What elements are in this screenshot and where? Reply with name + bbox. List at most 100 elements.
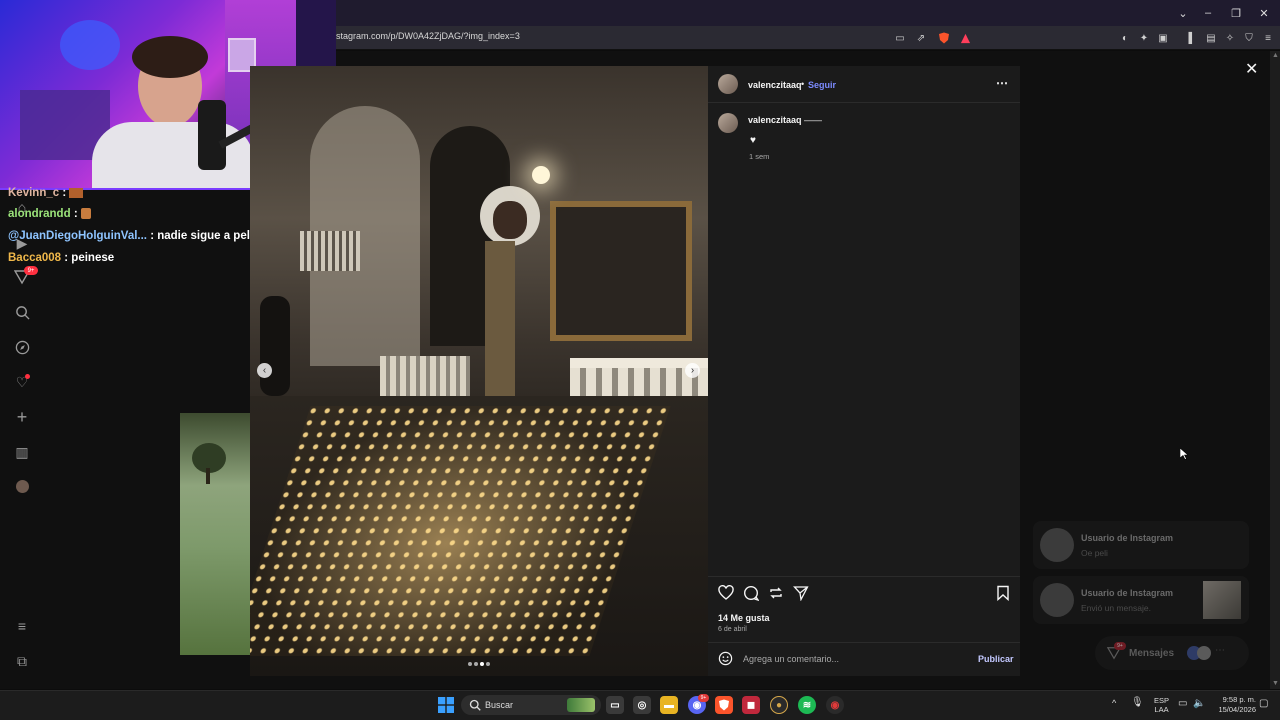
leo-ai-icon[interactable]: ✧ [1223,31,1237,45]
chat-emote [80,208,91,220]
ellipsis-icon[interactable]: ⋯ [996,76,1008,90]
brave-shields-icon[interactable] [937,31,951,45]
comment-divider [708,642,1020,643]
meta-icon[interactable]: ⧉ [13,652,31,670]
carousel-next-button[interactable]: › [685,363,700,378]
brave-rewards-icon[interactable] [958,31,972,45]
tab-list-chevron-icon[interactable]: ⌄ [1174,5,1192,21]
shared-media-thumbnail [1203,581,1241,619]
profile-avatar-icon[interactable] [16,480,29,493]
streaming-app-icon[interactable]: ◼ [742,696,760,714]
caption-text: ♥ [750,135,756,146]
tray-chevron-icon[interactable]: ^ [1112,698,1116,708]
chat-text: nadie sigue a peli [154,230,254,242]
feed-thumbnail [180,413,252,655]
close-window-button[interactable]: ✕ [1255,5,1273,21]
carousel-dot [468,662,472,666]
app-icon[interactable]: ◎ [633,696,651,714]
like-heart-icon[interactable] [718,585,734,606]
carousel-prev-button[interactable]: ‹ [257,363,272,378]
extension-icon[interactable]: ◐ [1118,31,1132,45]
language-indicator[interactable]: ESP LAA [1154,696,1169,714]
cast-icon[interactable]: ▭ [893,31,907,45]
chat-emote [69,187,84,198]
windows-start-icon[interactable] [438,697,454,713]
chat-message: Bacca008 : peinese [8,252,114,264]
repost-icon[interactable] [768,585,784,606]
bookmark-icon[interactable] [996,585,1010,606]
menu-icon[interactable]: ≡ [13,617,31,635]
clock[interactable]: 9:58 p. m. 15/04/2026 [1210,695,1256,715]
share-icon[interactable]: ⇗ [914,31,928,45]
mouse-cursor-icon [1179,447,1189,465]
chat-separator: : [59,187,67,199]
create-icon[interactable]: + [13,407,31,427]
page-scrollbar[interactable] [1270,51,1280,689]
like-count[interactable]: 14 Me gusta [718,613,770,623]
browser-menu-icon[interactable]: ≡ [1261,31,1275,45]
post-side-panel: valenczitaaq • Seguir ⋯ valenczitaaq —— … [708,66,1020,676]
emoji-icon[interactable] [718,651,733,671]
chat-message: Kevinn_c : [8,187,84,199]
publish-button[interactable]: Publicar [978,654,1014,664]
explore-icon[interactable] [13,338,31,356]
caption-avatar[interactable] [718,113,738,133]
share-send-icon[interactable] [793,585,809,606]
comment-icon[interactable] [743,585,760,606]
follow-button[interactable]: Seguir [808,80,836,90]
thread-name: Usuario de Instagram [1081,533,1174,543]
taskbar-search[interactable]: Buscar [461,695,601,715]
messages-button[interactable]: 9+ Mensajes ⋯ [1095,636,1249,670]
notification-badge: 9+ [24,266,38,275]
chat-username: @JuanDiegoHolguinVal... [8,230,148,242]
task-view-icon[interactable]: ▭ [606,696,624,714]
user-avatar-icon [1040,528,1074,562]
maximize-button[interactable]: ❐ [1227,5,1245,21]
vpn-shield-icon[interactable]: ⛉ [1242,31,1256,45]
spotify-icon[interactable]: ≋ [798,696,816,714]
post-photo: ‹ › [250,66,708,676]
sidebar-toggle-icon[interactable]: ▌ [1185,31,1199,45]
brave-browser-icon[interactable] [715,696,733,714]
search-icon [469,698,481,716]
dashboard-icon[interactable]: ▥ [13,443,31,461]
carousel-dot [486,662,490,666]
address-bar-url[interactable]: stagram.com/p/DW0A42ZjDAG/?img_index=3 [336,31,520,41]
chat-username: alondrandd [8,208,71,220]
dot-separator: • [801,79,805,89]
notification-center-icon[interactable]: ▢ [1259,698,1268,709]
author-username[interactable]: valenczitaaq [748,80,802,90]
chat-username: Bacca008 [8,252,62,264]
app-icon[interactable]: ◉ [826,696,844,714]
message-thread[interactable]: Usuario de Instagram Oe peli [1033,521,1249,569]
wallet-icon[interactable]: ▤ [1204,31,1218,45]
scroll-up-icon[interactable]: ▲ [1272,52,1279,59]
header-divider [708,102,1020,103]
language-code: ESP [1154,696,1170,705]
search-label: Buscar [485,700,514,710]
clock-time: 9:58 p. m. [1222,695,1256,704]
puzzle-extensions-icon[interactable]: ✦ [1137,31,1151,45]
search-icon[interactable] [13,303,31,321]
author-avatar[interactable] [718,74,738,94]
user-avatar-icon [1040,583,1074,617]
volume-icon[interactable]: 🔈 [1193,698,1205,709]
obs-icon[interactable]: ● [770,696,788,714]
microphone-icon[interactable]: 🎙 [1131,697,1144,708]
more-icon: ⋯ [1215,645,1225,656]
screenshot-icon[interactable]: ▣ [1156,31,1170,45]
network-icon[interactable]: ▭ [1178,698,1187,709]
scroll-down-icon[interactable]: ▼ [1272,680,1279,687]
caption-username[interactable]: valenczitaaq [748,115,802,125]
comment-input[interactable]: Agrega un comentario... [743,654,839,664]
carousel-dot-active [480,662,484,666]
avatar [1197,646,1211,660]
minimize-button[interactable]: – [1199,5,1217,21]
keyboard-layout: LAA [1154,705,1169,714]
thread-preview: Envió un mensaje. [1081,603,1151,613]
file-explorer-icon[interactable]: ▬ [660,696,678,714]
carousel-dot [474,662,478,666]
close-modal-icon[interactable]: ✕ [1245,59,1258,79]
message-thread[interactable]: Usuario de Instagram Envió un mensaje. [1033,576,1249,624]
chat-separator: : [147,230,155,242]
